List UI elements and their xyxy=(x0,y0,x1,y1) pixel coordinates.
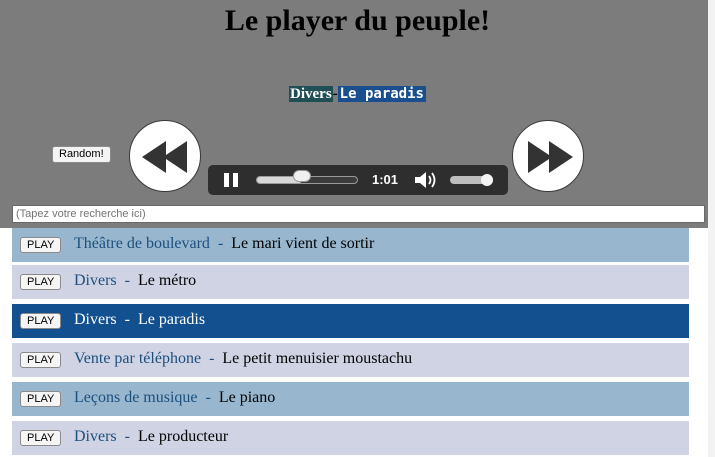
track-title: Le petit menuisier moustachu xyxy=(222,350,413,367)
rewind-icon xyxy=(142,141,187,173)
track-separator: - xyxy=(124,428,130,445)
track-separator: - xyxy=(209,350,215,367)
previous-button[interactable] xyxy=(129,120,201,192)
track-row[interactable]: PLAY Vente par téléphone - Le petit menui… xyxy=(12,343,689,377)
time-display: 1:01 xyxy=(372,172,399,187)
track-separator: - xyxy=(217,235,224,252)
play-button[interactable]: PLAY xyxy=(20,313,62,329)
pause-icon[interactable] xyxy=(224,173,238,187)
volume-knob[interactable] xyxy=(480,174,493,186)
track-label: Théâtre de boulevard - Le mari vient de … xyxy=(74,234,374,254)
play-button[interactable]: PLAY xyxy=(20,352,62,368)
track-title: Le paradis xyxy=(137,311,206,328)
now-playing: Divers- Le paradis xyxy=(0,85,715,103)
now-playing-artist: Divers xyxy=(289,86,333,102)
random-button[interactable]: Random! xyxy=(52,146,111,163)
track-separator: - xyxy=(205,389,211,406)
track-row[interactable]: PLAY Théâtre de boulevard - Le mari vient… xyxy=(12,228,689,262)
track-label: Vente par téléphone - Le petit menuisier… xyxy=(74,349,412,369)
track-separator: - xyxy=(124,311,130,328)
track-row[interactable]: PLAY Divers - Le paradis xyxy=(12,304,689,338)
next-button[interactable] xyxy=(512,120,584,192)
track-label: Leçons de musique - Le piano xyxy=(74,388,275,408)
track-row[interactable]: PLAY Divers - Le producteur xyxy=(12,421,689,455)
track-title: Le métro xyxy=(137,272,197,289)
track-title: Le mari vient de sortir xyxy=(231,235,375,252)
track-label: Divers - Le paradis xyxy=(74,310,205,330)
track-category: Divers xyxy=(74,428,117,445)
audio-player: 1:01 xyxy=(208,165,508,195)
track-category: Leçons de musique xyxy=(74,389,198,406)
track-separator: - xyxy=(124,272,130,289)
now-playing-title: Le paradis xyxy=(337,86,426,102)
track-title: Le piano xyxy=(218,389,276,406)
track-category: Vente par téléphone xyxy=(74,350,202,367)
play-button[interactable]: PLAY xyxy=(20,237,62,253)
track-label: Divers - Le producteur xyxy=(74,427,228,447)
track-row[interactable]: PLAY Divers - Le métro xyxy=(12,265,689,299)
track-label: Divers - Le métro xyxy=(74,271,196,291)
search-input[interactable] xyxy=(12,205,705,223)
progress-knob[interactable] xyxy=(292,170,311,182)
scrollbar[interactable] xyxy=(708,0,715,457)
volume-icon[interactable] xyxy=(413,171,437,189)
track-category: Divers xyxy=(74,272,117,289)
track-row[interactable]: PLAY Leçons de musique - Le piano xyxy=(12,382,689,416)
play-button[interactable]: PLAY xyxy=(20,430,62,446)
page-title: Le player du peuple! xyxy=(224,4,491,37)
track-category: Théâtre de boulevard xyxy=(74,235,210,252)
now-playing-separator: - xyxy=(332,86,338,102)
track-title: Le producteur xyxy=(137,428,229,445)
play-button[interactable]: PLAY xyxy=(20,391,62,407)
fast-forward-icon xyxy=(528,141,573,173)
track-category: Divers xyxy=(74,311,117,328)
play-button[interactable]: PLAY xyxy=(20,274,62,290)
